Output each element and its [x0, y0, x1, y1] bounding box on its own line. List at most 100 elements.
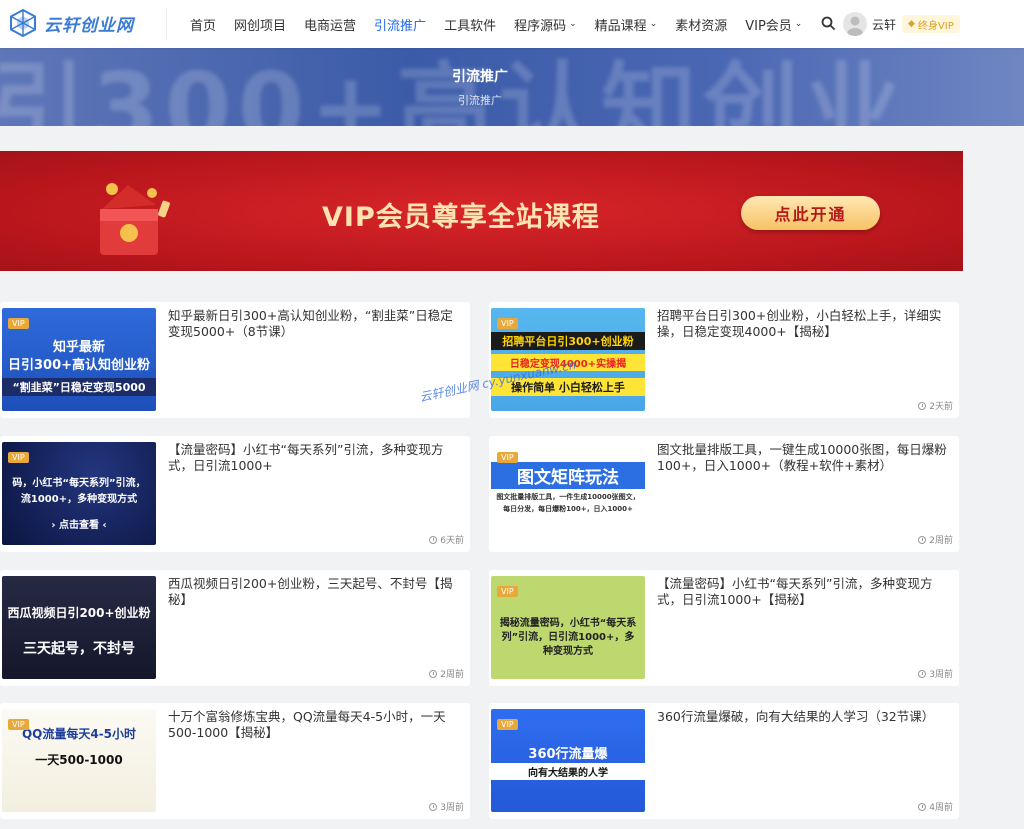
post-time-text: 4周前 [929, 803, 953, 813]
thumbnail-caption: “割韭菜”日稳定变现5000 [2, 378, 156, 396]
thumbnail-caption: 西瓜视频日引200+创业粉 [7, 606, 151, 620]
post-thumbnail[interactable]: 西瓜视频日引200+创业粉 三天起号，不封号 [2, 576, 156, 679]
nav-item-label: 首页 [190, 18, 217, 34]
chevron-down-icon: ⌄ [794, 19, 803, 29]
vip-tag: VIP [497, 586, 518, 597]
nav-item-label: 电商运营 [304, 18, 357, 34]
header-divider [166, 8, 167, 40]
nav-item-7[interactable]: 素材资源 [675, 15, 727, 34]
banner-headline: VIP会员尊享全站课程 [322, 202, 600, 233]
cube-logo-icon [10, 8, 36, 38]
thumbnail-caption: 一天500-1000 [35, 753, 123, 767]
breadcrumb[interactable]: 引流推广 [0, 92, 960, 108]
chevron-down-icon: ⌄ [569, 19, 577, 29]
nav-item-label: 程序源码 [514, 18, 567, 34]
nav-item-5[interactable]: 程序源码 ⌄ [514, 15, 577, 34]
site-header: 云轩创业网 首页 网创项目 电商运营 引流推广 工具软件 程序源码 ⌄ 精品课程 ⌄ 素材资源 VI… [0, 0, 1024, 48]
post-timestamp: 3周前 [429, 800, 464, 813]
post-thumbnail[interactable]: VIP 360行流量爆 向有大结果的人学 [491, 709, 645, 812]
logo-text: 云轩创业网 [44, 15, 134, 36]
post-title-link[interactable]: 【流量密码】小红书“每天系列”引流，多种变现方式，日引流1000+ [168, 442, 464, 474]
vip-promo-banner[interactable]: VIP会员尊享全站课程 点此开通 [0, 151, 963, 271]
post-timestamp: 2周前 [429, 667, 464, 680]
nav-item-6[interactable]: 精品课程 ⌄ [595, 15, 658, 34]
nav-item-1[interactable]: 网创项目 [234, 15, 286, 34]
nav-item-4[interactable]: 工具软件 [444, 15, 496, 34]
red-envelope-gift-icon [100, 183, 170, 255]
vip-tag: VIP [497, 318, 518, 329]
post-card[interactable]: VIP 图文矩阵玩法 图文批量排版工具，一件生成10000张图文， 每日分发，每日爆粉… [489, 436, 959, 552]
vip-badge-label: 终身VIP [917, 20, 954, 32]
site-logo[interactable]: 云轩创业网 [8, 7, 134, 39]
vip-status-badge[interactable]: ◆ 终身VIP [902, 15, 960, 33]
thumbnail-caption: 图文批量排版工具，一件生成10000张图文， [496, 493, 640, 501]
user-avatar[interactable] [843, 12, 867, 36]
thumbnail-caption: 360行流量爆 [528, 747, 608, 762]
username[interactable]: 云轩 [872, 16, 896, 33]
activate-vip-button[interactable]: 点此开通 [741, 196, 880, 230]
post-title-link[interactable]: 知乎最新日引300+高认知创业粉，“割韭菜”日稳定变现5000+（8节课） [168, 308, 464, 340]
post-time-text: 3周前 [440, 803, 464, 813]
vip-tag: VIP [497, 719, 518, 730]
nav-item-label: 引流推广 [374, 18, 427, 34]
nav-item-label: VIP会员 [745, 18, 792, 34]
vip-tag: VIP [8, 719, 29, 730]
thumbnail-caption: 图文矩阵玩法 [491, 462, 645, 489]
page-title: 引流推广 [452, 69, 508, 85]
clock-icon [918, 802, 927, 811]
chevron-down-icon: ⌄ [649, 19, 658, 29]
thumbnail-caption: 招聘平台日引300+创业粉 [491, 332, 645, 350]
clock-icon [918, 401, 927, 410]
nav-item-label: 工具软件 [444, 18, 497, 34]
post-title-link[interactable]: 十万个富翁修炼宝典，QQ流量每天4-5小时，一天500-1000【揭秘】 [168, 709, 464, 741]
post-thumbnail[interactable]: VIP 图文矩阵玩法 图文批量排版工具，一件生成10000张图文， 每日分发，每日爆粉… [491, 442, 645, 545]
post-thumbnail[interactable]: VIP 码，小红书“每天系列”引流， 流1000+，多种变现方式 › 点击查看 ‹ [2, 442, 156, 545]
post-time-text: 3周前 [929, 670, 953, 680]
nav-item-label: 网创项目 [234, 18, 287, 34]
nav-item-3[interactable]: 引流推广 [374, 15, 426, 34]
post-timestamp: 2天前 [918, 399, 953, 412]
thumbnail-caption: 列”引流，日引流1000+，多 [501, 632, 635, 643]
post-thumbnail[interactable]: VIP 知乎最新 日引300+高认知创业粉 “割韭菜”日稳定变现5000 [2, 308, 156, 411]
post-title-link[interactable]: 360行流量爆破，向有大结果的人学习（32节课） [657, 709, 953, 725]
category-hero: 引300+高认知创业 引流推广 引流推广 [0, 48, 1024, 126]
post-card[interactable]: VIP 360行流量爆 向有大结果的人学 360行流量爆破，向有大结果的人学习（32节… [489, 703, 959, 819]
diamond-icon: ◆ [908, 19, 915, 29]
post-card[interactable]: VIP QQ流量每天4-5小时 一天500-1000 十万个富翁修炼宝典，QQ流量每天… [0, 703, 470, 819]
thumbnail-caption: 向有大结果的人学 [491, 763, 645, 780]
post-card[interactable]: VIP 码，小红书“每天系列”引流， 流1000+，多种变现方式 › 点击查看 ‹ 【流… [0, 436, 470, 552]
hero-background-text: 引300+高认知创业 [0, 52, 907, 126]
post-title-link[interactable]: 【流量密码】小红书“每天系列”引流，多种变现方式，日引流1000+【揭秘】 [657, 576, 953, 608]
post-title-link[interactable]: 西瓜视频日引200+创业粉，三天起号、不封号【揭秘】 [168, 576, 464, 608]
nav-item-0[interactable]: 首页 [190, 15, 216, 34]
thumbnail-caption: 三天起号，不封号 [23, 641, 135, 657]
post-card[interactable]: VIP 揭秘流量密码，小红书“每天系 列”引流，日引流1000+，多 种变现方式 【流量… [489, 570, 959, 686]
post-card[interactable]: VIP 知乎最新 日引300+高认知创业粉 “割韭菜”日稳定变现5000 知乎最新日引3… [0, 302, 470, 418]
vip-tag: VIP [8, 318, 29, 329]
clock-icon [429, 802, 438, 811]
clock-icon [429, 535, 438, 544]
nav-item-8[interactable]: VIP会员 ⌄ [745, 15, 802, 34]
post-title-link[interactable]: 图文批量排版工具，一键生成10000张图，每日爆粉100+，日入1000+（教程… [657, 442, 953, 474]
nav-item-2[interactable]: 电商运营 [304, 15, 356, 34]
post-card[interactable]: 西瓜视频日引200+创业粉 三天起号，不封号 西瓜视频日引200+创业粉，三天起号、… [0, 570, 470, 686]
thumbnail-caption: 种变现方式 [543, 646, 593, 657]
thumbnail-caption: 知乎最新 [52, 340, 105, 355]
post-timestamp: 3周前 [918, 667, 953, 680]
post-timestamp: 6天前 [429, 533, 464, 546]
post-title-link[interactable]: 招聘平台日引300+创业粉，小白轻松上手，详细实操，日稳定变现4000+【揭秘】 [657, 308, 953, 340]
search-icon[interactable] [821, 16, 835, 30]
post-time-text: 2周前 [929, 536, 953, 546]
clock-icon [429, 669, 438, 678]
vip-tag: VIP [8, 452, 29, 463]
post-time-text: 2天前 [929, 402, 953, 412]
thumbnail-caption: 流1000+，多种变现方式 [20, 494, 138, 505]
post-thumbnail[interactable]: VIP 揭秘流量密码，小红书“每天系 列”引流，日引流1000+，多 种变现方式 [491, 576, 645, 679]
user-silhouette-icon [847, 16, 863, 36]
post-thumbnail[interactable]: VIP QQ流量每天4-5小时 一天500-1000 [2, 709, 156, 812]
post-timestamp: 2周前 [918, 533, 953, 546]
post-time-text: 6天前 [440, 536, 464, 546]
main-nav: 首页 网创项目 电商运营 引流推广 工具软件 程序源码 ⌄ 精品课程 ⌄ 素材资源 VIP会员 ⌄ [190, 0, 820, 48]
thumbnail-caption: › 点击查看 ‹ [51, 520, 107, 531]
vip-tag: VIP [497, 452, 518, 463]
